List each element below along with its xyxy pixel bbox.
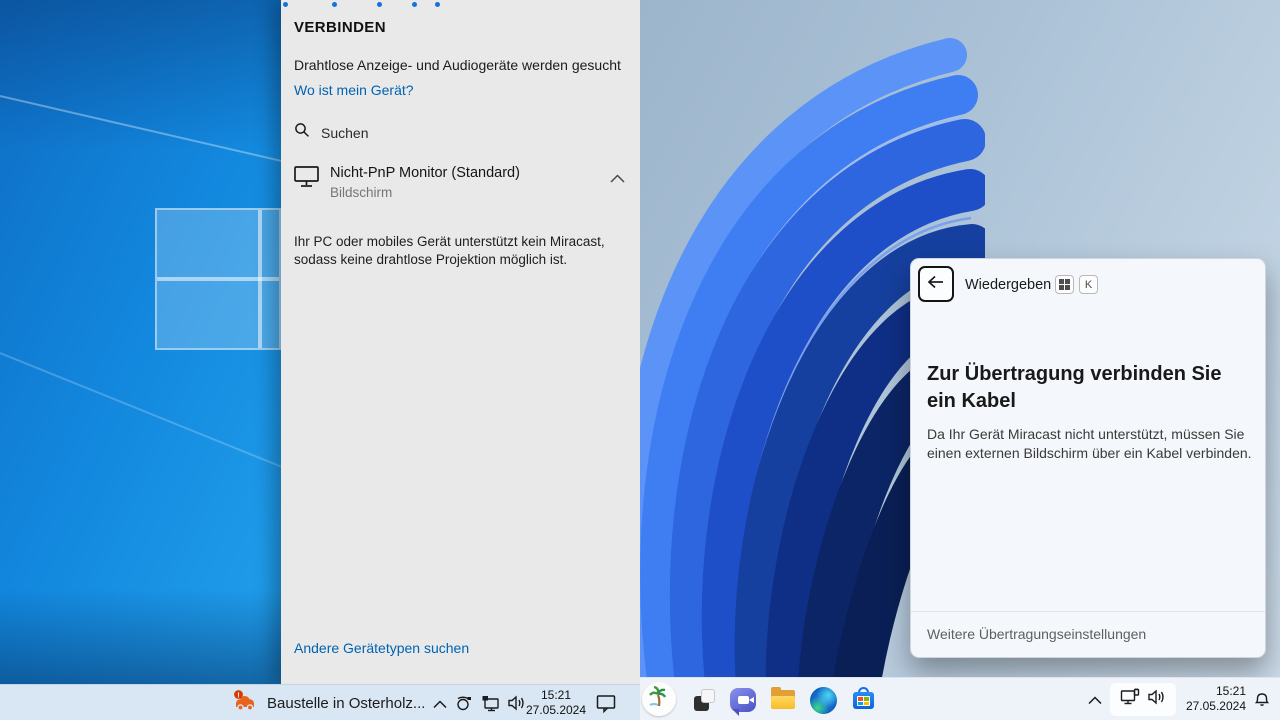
clock-time: 15:21: [525, 688, 587, 703]
k-key-badge: K: [1079, 275, 1098, 294]
progress-dot: [412, 2, 417, 7]
news-widget-button[interactable]: ! Baustelle in Osterholz...: [226, 685, 431, 720]
clock-time: 15:21: [1180, 684, 1246, 699]
palm-tree-icon: [647, 685, 671, 714]
network-volume-button[interactable]: [1110, 683, 1176, 716]
chevron-up-icon[interactable]: [610, 170, 625, 188]
find-device-link[interactable]: Wo ist mein Gerät?: [294, 82, 414, 98]
more-cast-settings-link[interactable]: Weitere Übertragungseinstellungen: [927, 626, 1146, 642]
task-view-button[interactable]: [686, 683, 720, 717]
search-field[interactable]: Suchen: [294, 122, 368, 143]
light-beam: [0, 95, 293, 164]
chat-button[interactable]: [726, 683, 760, 717]
network-icon: [1120, 688, 1140, 711]
win11-taskbar: 15:21 27.05.2024: [640, 677, 1280, 720]
screen: VERBINDEN Drahtlose Anzeige- und Audioge…: [0, 0, 1280, 720]
cast-panel-title: Wiedergeben: [965, 277, 1051, 293]
tray-display-icon[interactable]: [455, 694, 473, 717]
progress-dot: [377, 2, 382, 7]
cast-footer: Weitere Übertragungseinstellungen: [911, 611, 1265, 657]
connect-panel-title: VERBINDEN: [294, 19, 386, 36]
volume-icon[interactable]: [507, 694, 526, 717]
windows-logo-pane: [155, 208, 281, 350]
chat-icon: [730, 688, 756, 712]
tray-expand-chevron-icon[interactable]: [433, 696, 447, 714]
progress-dot: [435, 2, 440, 7]
device-type: Bildschirm: [330, 185, 392, 200]
connect-panel: VERBINDEN Drahtlose Anzeige- und Audioge…: [281, 0, 640, 684]
device-name: Nicht-PnP Monitor (Standard): [330, 165, 520, 181]
cast-panel: Wiedergeben K Zur Übertragung verbinden …: [910, 258, 1266, 658]
action-center-icon[interactable]: [596, 694, 616, 718]
search-icon: [294, 122, 310, 143]
cast-heading: Zur Übertragung verbinden Sie ein Kabel: [927, 361, 1253, 415]
win11-desktop: Wiedergeben K Zur Übertragung verbinden …: [640, 0, 1280, 720]
back-arrow-icon: [927, 275, 945, 294]
light-beam: [0, 352, 306, 477]
news-widget-label: Baustelle in Osterholz...: [267, 695, 425, 712]
progress-dots: [281, 2, 640, 8]
win10-taskbar: ! Baustelle in Osterholz...: [0, 684, 640, 720]
cast-body-text: Da Ihr Gerät Miracast nicht unterstützt,…: [927, 425, 1253, 463]
svg-text:!: !: [237, 690, 240, 699]
clock[interactable]: 15:21 27.05.2024: [525, 688, 587, 718]
back-button[interactable]: [918, 266, 954, 302]
edge-browser-button[interactable]: [806, 683, 840, 717]
search-placeholder: Suchen: [321, 125, 368, 141]
other-device-types-link[interactable]: Andere Gerätetypen suchen: [294, 640, 469, 656]
notification-bell-icon[interactable]: [1253, 690, 1271, 713]
windows-key-badge: [1055, 275, 1074, 294]
video-camera-icon: [738, 696, 749, 704]
microsoft-store-button[interactable]: [846, 683, 880, 717]
device-list-item[interactable]: Nicht-PnP Monitor (Standard) Bildschirm: [294, 162, 627, 204]
search-button[interactable]: [642, 682, 676, 716]
network-icon[interactable]: [481, 694, 500, 717]
pane-divider: [157, 277, 279, 281]
clock[interactable]: 15:21 27.05.2024: [1180, 684, 1246, 714]
file-explorer-button[interactable]: [766, 683, 800, 717]
progress-dot: [332, 2, 337, 7]
traffic-car-icon: !: [232, 689, 257, 718]
connect-status-text: Drahtlose Anzeige- und Audiogeräte werde…: [294, 57, 621, 73]
clock-date: 27.05.2024: [525, 703, 587, 718]
clock-date: 27.05.2024: [1180, 699, 1246, 714]
progress-dot: [283, 2, 288, 7]
edge-icon: [810, 687, 837, 714]
tray-expand-chevron-icon[interactable]: [1088, 692, 1102, 710]
miracast-message: Ihr PC oder mobiles Gerät unterstützt ke…: [294, 233, 632, 269]
monitor-icon: [294, 166, 320, 193]
volume-icon: [1147, 688, 1166, 711]
windows-key-icon: [1059, 279, 1070, 290]
win10-desktop: VERBINDEN Drahtlose Anzeige- und Audioge…: [0, 0, 640, 720]
